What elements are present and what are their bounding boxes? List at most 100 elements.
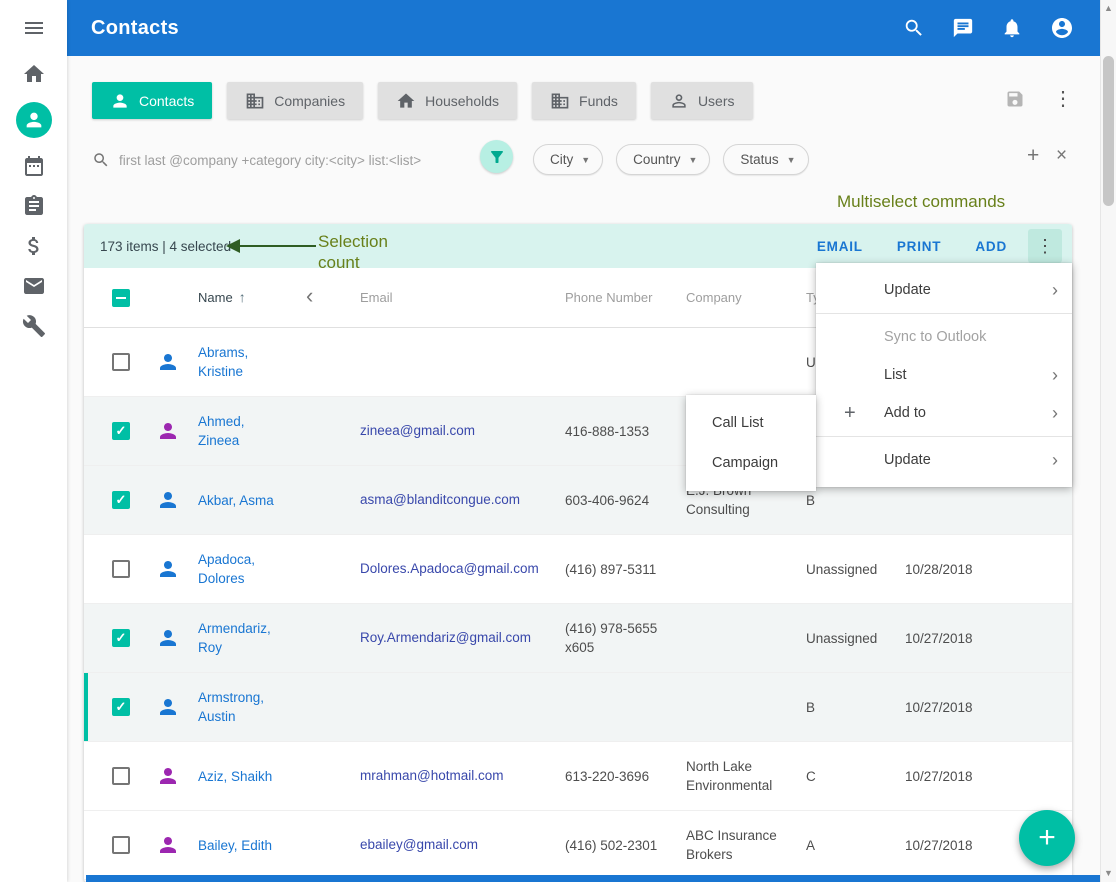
plus-icon: + xyxy=(844,402,856,425)
sort-asc-icon[interactable]: ↑ xyxy=(239,288,246,307)
notifications-icon[interactable] xyxy=(1001,17,1023,39)
chip-city[interactable]: City▼ xyxy=(533,144,603,175)
filter-chips: City▼ Country▼ Status▼ xyxy=(533,144,809,175)
contact-name-link[interactable]: Armendariz, Roy xyxy=(198,619,306,657)
tab-households[interactable]: Households xyxy=(378,82,517,119)
chat-icon[interactable] xyxy=(952,17,974,39)
contact-email[interactable]: mrahman@hotmail.com xyxy=(360,767,565,785)
menu-divider xyxy=(816,436,1072,437)
vertical-scrollbar[interactable]: ▲ ▼ xyxy=(1100,0,1116,882)
tasks-icon[interactable] xyxy=(22,194,46,218)
tools-icon[interactable] xyxy=(22,314,46,338)
submenu-item-campaign[interactable]: Campaign xyxy=(686,443,816,483)
left-sidebar xyxy=(0,0,67,882)
money-icon[interactable] xyxy=(22,234,46,258)
menu-item-update-top[interactable]: Update › xyxy=(816,271,1072,309)
tab-contacts[interactable]: Contacts xyxy=(92,82,212,119)
column-header-phone[interactable]: Phone Number xyxy=(565,288,686,307)
select-all-checkbox[interactable] xyxy=(112,289,130,307)
table-row[interactable]: Armendariz, Roy Roy.Armendariz@gmail.com(… xyxy=(84,604,1072,673)
contact-name-link[interactable]: Armstrong, Austin xyxy=(198,688,306,726)
contact-email[interactable]: Dolores.Apadoca@gmail.com xyxy=(360,560,565,578)
contact-name-link[interactable]: Ahmed, Zineea xyxy=(198,412,306,450)
contact-email[interactable]: ebailey@gmail.com xyxy=(360,836,565,854)
menu-item-update-bottom[interactable]: Update › xyxy=(816,441,1072,479)
column-header-name[interactable]: Name xyxy=(198,288,233,307)
row-checkbox[interactable] xyxy=(112,353,130,371)
person-outline-icon xyxy=(669,91,689,111)
search-input[interactable] xyxy=(119,153,454,168)
menu-item-list[interactable]: List › xyxy=(816,356,1072,394)
tab-funds[interactable]: Funds xyxy=(532,82,636,119)
filter-button[interactable] xyxy=(480,140,513,173)
chevron-down-icon: ▼ xyxy=(581,155,590,165)
row-checkbox[interactable] xyxy=(112,422,130,440)
save-view-button[interactable] xyxy=(1005,89,1025,109)
contact-name-link[interactable]: Apadoca, Dolores xyxy=(198,550,306,588)
row-checkbox[interactable] xyxy=(112,698,130,716)
contact-type: C xyxy=(806,769,905,784)
menu-item-add-to[interactable]: + Add to › xyxy=(816,394,1072,432)
table-row[interactable]: Armstrong, AustinB10/27/2018 xyxy=(84,673,1072,742)
contact-name-link[interactable]: Abrams, Kristine xyxy=(198,343,306,381)
toolbar-more-vert-icon[interactable]: ⋮ xyxy=(1053,86,1073,111)
row-checkbox[interactable] xyxy=(112,836,130,854)
contact-company: ABC Insurance Brokers xyxy=(686,826,806,864)
mail-icon[interactable] xyxy=(22,274,46,298)
contact-phone: (416) 978-5655 x605 xyxy=(565,619,686,657)
search-icon[interactable] xyxy=(903,17,925,39)
contact-phone: (416) 897-5311 xyxy=(565,560,686,579)
column-header-email[interactable]: Email xyxy=(360,289,565,307)
scrollbar-thumb[interactable] xyxy=(1103,56,1114,206)
row-checkbox[interactable] xyxy=(112,491,130,509)
calendar-icon[interactable] xyxy=(22,154,46,178)
clear-search-icon[interactable]: × xyxy=(1056,146,1067,166)
contact-name-link[interactable]: Akbar, Asma xyxy=(198,491,306,510)
row-checkbox[interactable] xyxy=(112,560,130,578)
add-to-submenu: Call List Campaign xyxy=(686,395,816,491)
contacts-icon[interactable] xyxy=(16,102,52,138)
contact-email[interactable]: zineea@gmail.com xyxy=(360,422,565,440)
bank-icon xyxy=(550,91,570,111)
add-button[interactable]: ADD xyxy=(962,231,1020,262)
filter-funnel-icon xyxy=(488,148,506,166)
person-avatar-icon xyxy=(156,350,180,374)
table-row[interactable]: Bailey, Edithebailey@gmail.com(416) 502-… xyxy=(84,811,1072,880)
person-avatar-icon xyxy=(156,833,180,857)
multiselect-menu: Update › Sync to Outlook List › + Add to… xyxy=(816,263,1072,487)
annotation-arrow xyxy=(222,234,322,258)
row-checkbox[interactable] xyxy=(112,629,130,647)
scroll-down-icon[interactable]: ▼ xyxy=(1101,868,1116,878)
horizontal-scrollbar[interactable] xyxy=(86,875,1100,882)
multiselect-menu-button[interactable]: ⋮ xyxy=(1028,229,1062,263)
account-icon[interactable] xyxy=(1050,16,1074,40)
home-icon[interactable] xyxy=(22,62,46,86)
email-button[interactable]: EMAIL xyxy=(804,231,876,262)
search-icon xyxy=(92,151,110,169)
page-title: Contacts xyxy=(91,17,179,40)
annotation-multiselect-commands: Multiselect commands xyxy=(837,192,1005,212)
menu-icon[interactable] xyxy=(22,16,46,40)
print-button[interactable]: PRINT xyxy=(884,231,955,262)
contact-type: B xyxy=(806,700,905,715)
column-header-company[interactable]: Company xyxy=(686,288,806,307)
add-filter-icon[interactable]: + xyxy=(1027,146,1039,166)
contact-name-link[interactable]: Bailey, Edith xyxy=(198,836,306,855)
contact-email[interactable]: Roy.Armendariz@gmail.com xyxy=(360,629,565,647)
tab-companies[interactable]: Companies xyxy=(227,82,363,119)
contact-name-link[interactable]: Aziz, Shaikh xyxy=(198,767,306,786)
scroll-up-icon[interactable]: ▲ xyxy=(1101,3,1116,13)
tab-users[interactable]: Users xyxy=(651,82,753,119)
chip-country[interactable]: Country▼ xyxy=(616,144,710,175)
row-checkbox[interactable] xyxy=(112,767,130,785)
add-contact-fab[interactable]: + xyxy=(1019,810,1075,866)
contact-email[interactable]: asma@blanditcongue.com xyxy=(360,491,565,509)
chevron-right-icon: › xyxy=(1052,403,1058,424)
submenu-item-call-list[interactable]: Call List xyxy=(686,403,816,443)
table-row[interactable]: Apadoca, Dolores Dolores.Apadoca@gmail.co… xyxy=(84,535,1072,604)
chip-status[interactable]: Status▼ xyxy=(723,144,808,175)
person-avatar-icon xyxy=(156,557,180,581)
collapse-columns-icon[interactable]: ‹ xyxy=(306,283,313,308)
person-icon xyxy=(110,91,130,111)
table-row[interactable]: Aziz, Shaikhmrahman@hotmail.com613-220-3… xyxy=(84,742,1072,811)
